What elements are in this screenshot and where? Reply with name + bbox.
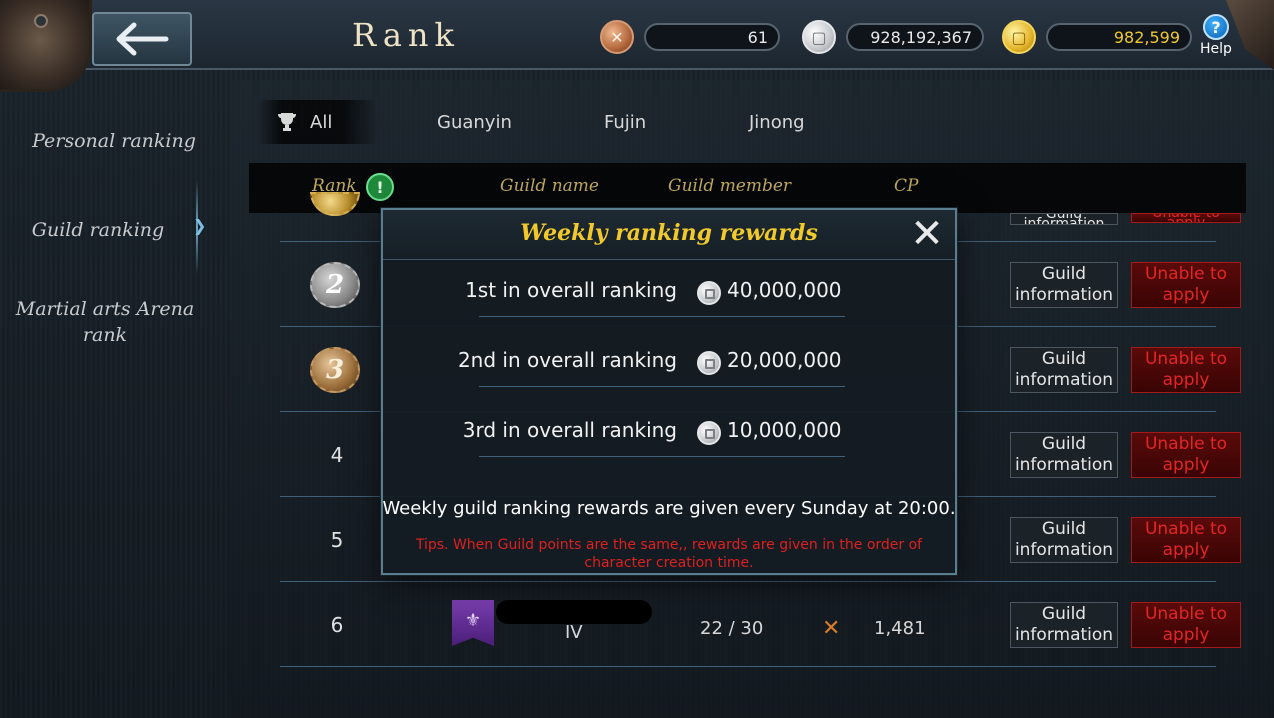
tab-fujin[interactable]: Fujin [604, 112, 646, 133]
reward-divider [479, 386, 845, 387]
row-divider [280, 581, 1216, 582]
currency-silver: ▢ 928,192,367 [802, 20, 984, 54]
tab-jinong[interactable]: Jinong [749, 112, 805, 133]
silver-medal-icon: 2 [310, 262, 360, 308]
close-icon[interactable]: ✕ [909, 214, 945, 254]
silver-coin-icon [697, 421, 721, 445]
unable-to-apply-label: Unable to apply [1152, 213, 1220, 223]
guild-information-button[interactable]: Guild information [1010, 262, 1118, 308]
currency-gold-value: 982,599 [1046, 23, 1192, 51]
info-icon[interactable]: ! [366, 173, 394, 201]
sidebar-item-personal-ranking[interactable]: Personal ranking [0, 130, 228, 152]
guild-level: IV [565, 622, 583, 643]
rank-number: 5 [330, 528, 344, 552]
help-button[interactable]: ? Help [1196, 14, 1236, 57]
chevron-right-icon: ❯ [193, 216, 207, 235]
currency-silver-value: 928,192,367 [846, 23, 984, 51]
gold-coin-icon: ▢ [1002, 20, 1036, 54]
silver-coin-icon: ▢ [802, 20, 836, 54]
reward-row-3rd: 3rd in overall ranking 10,000,000 [383, 412, 955, 452]
bronze-medal-icon: 3 [310, 347, 360, 393]
reward-value: 20,000,000 [727, 348, 842, 372]
tab-guanyin[interactable]: Guanyin [437, 112, 512, 133]
help-label: Help [1200, 41, 1232, 57]
unable-to-apply-button[interactable]: Unable to apply [1131, 517, 1241, 563]
rank-number: 6 [330, 613, 344, 637]
cp-value: 1,481 [874, 618, 926, 639]
unable-to-apply-button[interactable]: Unable to apply [1131, 602, 1241, 648]
eye-ornament [34, 14, 48, 28]
page-title: Rank [352, 16, 460, 54]
reward-divider [479, 456, 845, 457]
currency-copper: ✕ 61 [600, 20, 780, 54]
tab-all[interactable]: All [310, 112, 332, 133]
side-nav: Personal ranking Guild ranking ❯ Martial… [0, 80, 228, 718]
currency-copper-value: 61 [644, 23, 780, 51]
unable-to-apply-button[interactable]: Unable to apply [1131, 432, 1241, 478]
row-divider [280, 666, 1216, 667]
reward-schedule-note: Weekly guild ranking rewards are given e… [382, 498, 956, 519]
modal-title: Weekly ranking rewards [520, 220, 818, 246]
sidebar-item-martial-arts-arena-rank[interactable]: Martial arts Arena rank [0, 296, 210, 348]
column-guild-member: Guild member [668, 176, 792, 196]
unable-to-apply-button[interactable]: Unable to apply [1131, 262, 1241, 308]
crossed-swords-icon: ✕ [822, 616, 841, 641]
back-button[interactable] [92, 12, 192, 66]
weekly-rewards-modal: Weekly ranking rewards ✕ 1st in overall … [381, 208, 957, 575]
trophy-icon [278, 112, 296, 137]
column-cp: CP [894, 176, 919, 196]
sidebar-item-guild-ranking[interactable]: Guild ranking [0, 219, 212, 241]
guild-information-button[interactable]: Guild information [1010, 347, 1118, 393]
reward-label: 3rd in overall ranking [462, 418, 677, 442]
guild-information-button[interactable]: Guild information [1010, 517, 1118, 563]
guild-information-label: Guild information [1023, 213, 1105, 225]
guild-name-redacted [496, 600, 652, 624]
guild-information-button[interactable]: Guild information [1010, 432, 1118, 478]
demon-mask-ornament-icon [0, 0, 92, 92]
reward-row-1st: 1st in overall ranking 40,000,000 [383, 272, 955, 312]
currency-gold: ▢ 982,599 [1002, 20, 1192, 54]
reward-value: 10,000,000 [727, 418, 842, 442]
reward-value: 40,000,000 [727, 278, 842, 302]
reward-row-2nd: 2nd in overall ranking 20,000,000 [383, 342, 955, 382]
arrow-left-icon [116, 22, 169, 56]
guild-member-count: 22 / 30 [700, 618, 764, 639]
reward-tip: Tips. When Guild points are the same,, r… [415, 537, 923, 571]
question-icon: ? [1203, 14, 1229, 40]
silver-coin-icon [697, 351, 721, 375]
silver-coin-icon [697, 281, 721, 305]
rank-number: 4 [330, 443, 344, 467]
reward-label: 1st in overall ranking [465, 278, 677, 302]
unable-to-apply-button[interactable]: Unable to apply [1131, 347, 1241, 393]
column-guild-name: Guild name [500, 176, 599, 196]
reward-label: 2nd in overall ranking [457, 348, 677, 372]
reward-divider [479, 316, 845, 317]
guild-information-button[interactable]: Guild information [1010, 602, 1118, 648]
guild-information-button[interactable]: Guild information [1010, 213, 1118, 225]
unable-to-apply-button[interactable]: Unable to apply [1131, 213, 1241, 223]
copper-cross-coin-icon: ✕ [600, 20, 634, 54]
